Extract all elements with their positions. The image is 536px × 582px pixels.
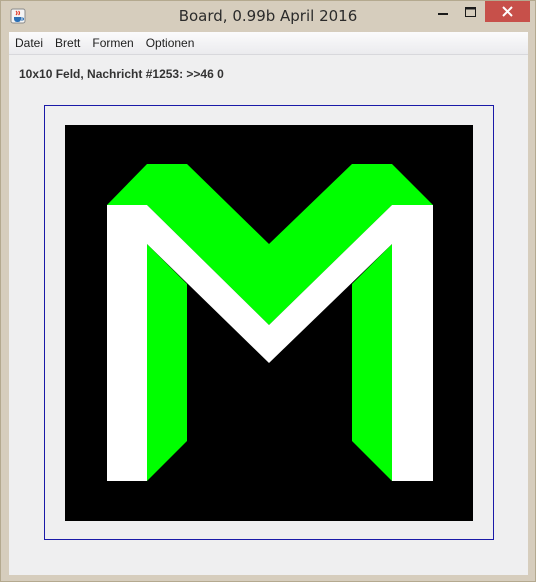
menu-optionen[interactable]: Optionen (140, 32, 201, 54)
status-text: 10x10 Feld, Nachricht #1253: >>46 0 (19, 67, 224, 81)
client-area: Datei Brett Formen Optionen 10x10 Feld, … (9, 32, 528, 575)
maximize-button[interactable] (457, 1, 484, 22)
app-window: Board, 0.99b April 2016 Datei Brett Form… (0, 0, 536, 582)
board-canvas[interactable] (65, 125, 473, 521)
m-shadow-right-leg (352, 244, 392, 481)
menu-formen[interactable]: Formen (86, 32, 139, 54)
minimize-button[interactable] (429, 1, 457, 22)
m-shadow-left-leg (147, 244, 187, 481)
menu-bar: Datei Brett Formen Optionen (9, 32, 528, 55)
maximize-icon (465, 6, 476, 17)
menu-datei[interactable]: Datei (9, 32, 49, 54)
board-frame (44, 105, 494, 540)
close-icon (502, 6, 513, 17)
minimize-icon (438, 12, 448, 15)
title-bar[interactable]: Board, 0.99b April 2016 (1, 1, 535, 31)
menu-brett[interactable]: Brett (49, 32, 86, 54)
close-button[interactable] (485, 1, 530, 22)
